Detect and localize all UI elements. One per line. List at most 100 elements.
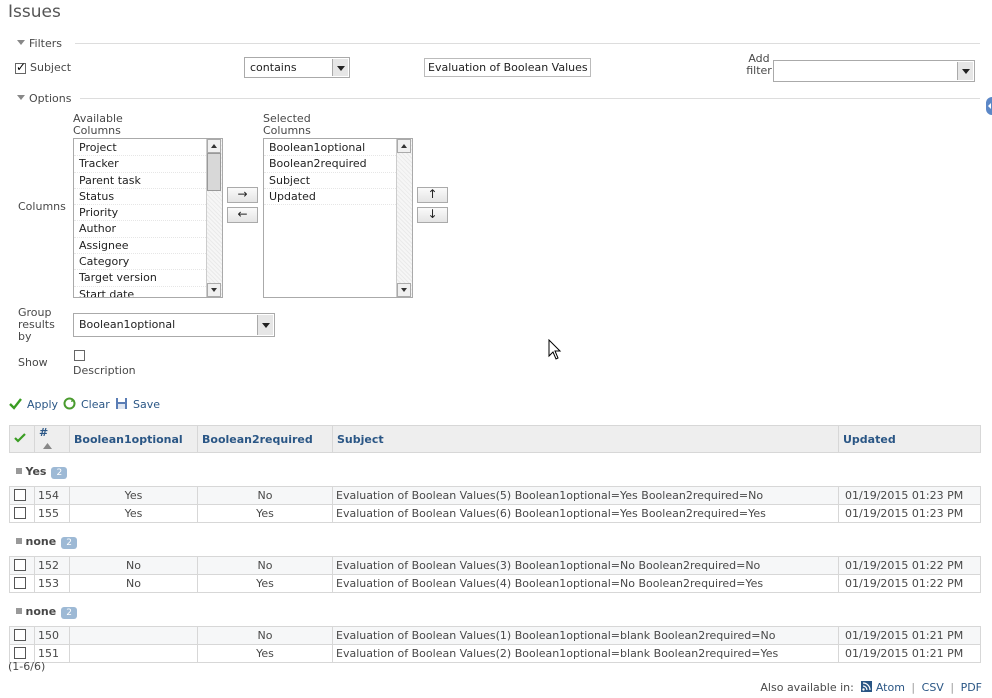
- columns-label: Columns: [18, 200, 66, 213]
- available-columns-list[interactable]: Project Tracker Parent task Status Priority A…: [73, 138, 223, 298]
- subject-cell[interactable]: Evaluation of Boolean Values(3) Boolean1…: [332, 556, 839, 575]
- selected-column-option[interactable]: Updated: [264, 189, 412, 206]
- available-column-option[interactable]: Start date: [74, 287, 222, 297]
- toggle-all-header[interactable]: [9, 425, 35, 453]
- subject-cell[interactable]: Evaluation of Boolean Values(4) Boolean1…: [332, 574, 839, 593]
- pdf-link[interactable]: PDF: [961, 681, 982, 694]
- group-row: Yes 2: [9, 452, 981, 487]
- available-column-option[interactable]: Author: [74, 221, 222, 238]
- issue-id[interactable]: 152: [34, 556, 70, 575]
- scroll-down-icon[interactable]: [397, 283, 411, 297]
- table-row[interactable]: 155 Yes Yes Evaluation of Boolean Values(6)…: [9, 504, 981, 523]
- issue-id[interactable]: 155: [34, 504, 70, 523]
- collapse-group-icon[interactable]: [15, 467, 22, 474]
- row-checkbox-cell[interactable]: [9, 556, 35, 575]
- row-checkbox[interactable]: [14, 506, 26, 519]
- subject-cell[interactable]: Evaluation of Boolean Values(1) Boolean1…: [332, 626, 839, 645]
- chevron-down-icon: [332, 59, 348, 76]
- options-legend[interactable]: Options: [17, 92, 71, 105]
- group-by-select[interactable]: Boolean1optional: [73, 313, 275, 337]
- available-column-option[interactable]: Tracker: [74, 156, 222, 173]
- clear-button[interactable]: Clear: [63, 397, 110, 411]
- feed-icon: [861, 681, 873, 692]
- row-checkbox[interactable]: [14, 646, 26, 659]
- atom-link[interactable]: Atom: [876, 681, 905, 694]
- issue-id[interactable]: 153: [34, 574, 70, 593]
- remove-column-button[interactable]: ←: [227, 207, 258, 223]
- add-filter-select[interactable]: [773, 60, 975, 82]
- row-checkbox-cell[interactable]: [9, 486, 35, 505]
- subject-filter-input[interactable]: Evaluation of Boolean Values: [424, 58, 591, 77]
- boolean2required-cell: No: [197, 556, 333, 575]
- add-column-button[interactable]: →: [227, 187, 258, 203]
- available-column-option[interactable]: Assignee: [74, 238, 222, 255]
- issue-id[interactable]: 154: [34, 486, 70, 505]
- row-checkbox-cell[interactable]: [9, 626, 35, 645]
- subject-cell[interactable]: Evaluation of Boolean Values(6) Boolean1…: [332, 504, 839, 523]
- row-checkbox[interactable]: [14, 558, 26, 571]
- subject-filter-label: Subject: [30, 61, 72, 74]
- selected-columns-label: Selected Columns: [263, 112, 311, 137]
- subject-filter-checkbox[interactable]: [15, 60, 26, 74]
- table-row[interactable]: 150 No Evaluation of Boolean Values(1) Boo…: [9, 626, 981, 645]
- boolean1optional-cell: No: [69, 574, 198, 593]
- subject-column-header[interactable]: Subject: [332, 425, 839, 453]
- collapse-group-icon[interactable]: [15, 607, 22, 614]
- available-column-option[interactable]: Category: [74, 254, 222, 271]
- boolean2required-cell: No: [197, 626, 333, 645]
- issue-id[interactable]: 150: [34, 626, 70, 645]
- save-button[interactable]: Save: [115, 397, 160, 411]
- boolean1optional-cell: No: [69, 556, 198, 575]
- row-checkbox[interactable]: [14, 576, 26, 589]
- selected-column-option[interactable]: Boolean2required: [264, 156, 412, 173]
- apply-button[interactable]: Apply: [9, 397, 58, 411]
- boolean1optional-column-header[interactable]: Boolean1optional: [69, 425, 198, 453]
- operator-select[interactable]: contains: [244, 57, 350, 78]
- table-row[interactable]: 154 Yes No Evaluation of Boolean Values(5) …: [9, 486, 981, 505]
- description-checkbox[interactable]: [74, 350, 85, 361]
- filters-legend[interactable]: Filters: [17, 37, 62, 50]
- boolean2required-column-header[interactable]: Boolean2required: [197, 425, 333, 453]
- group-name: Yes: [25, 464, 47, 478]
- table-row[interactable]: 151 Yes Evaluation of Boolean Values(2) Bo…: [9, 644, 981, 663]
- table-row[interactable]: 153 No Yes Evaluation of Boolean Values(4) …: [9, 574, 981, 593]
- subject-cell[interactable]: Evaluation of Boolean Values(5) Boolean1…: [332, 486, 839, 505]
- available-column-option[interactable]: Priority: [74, 205, 222, 222]
- available-column-option[interactable]: Target version: [74, 270, 222, 287]
- available-column-option[interactable]: Project: [74, 140, 222, 157]
- boolean1optional-cell: Yes: [69, 504, 198, 523]
- available-column-option[interactable]: Status: [74, 189, 222, 206]
- separator: |: [911, 681, 916, 694]
- table-row[interactable]: 152 No No Evaluation of Boolean Values(3) B…: [9, 556, 981, 575]
- updated-cell: 01/19/2015 01:22 PM: [838, 556, 981, 575]
- selected-column-option[interactable]: Boolean1optional: [264, 140, 412, 157]
- row-checkbox-cell[interactable]: [9, 504, 35, 523]
- row-checkbox[interactable]: [14, 628, 26, 641]
- move-up-button[interactable]: ↑: [417, 187, 448, 203]
- scroll-down-icon[interactable]: [207, 283, 221, 297]
- scroll-up-icon[interactable]: [397, 139, 411, 153]
- sort-asc-icon: [43, 443, 52, 449]
- selected-column-option[interactable]: Subject: [264, 173, 412, 189]
- selected-columns-scrollbar[interactable]: [396, 139, 412, 297]
- group-name: none: [25, 604, 57, 618]
- scroll-thumb[interactable]: [207, 153, 221, 191]
- row-checkbox-cell[interactable]: [9, 574, 35, 593]
- chevron-down-icon: [257, 315, 273, 335]
- row-checkbox[interactable]: [14, 488, 26, 501]
- collapse-group-icon[interactable]: [15, 537, 22, 544]
- scroll-up-icon[interactable]: [207, 139, 221, 153]
- updated-column-header[interactable]: Updated: [838, 425, 981, 453]
- available-columns-scrollbar[interactable]: [206, 139, 222, 297]
- subject-cell[interactable]: Evaluation of Boolean Values(2) Boolean1…: [332, 644, 839, 663]
- csv-link[interactable]: CSV: [922, 681, 944, 694]
- move-down-button[interactable]: ↓: [417, 207, 448, 223]
- sidebar-toggle-icon[interactable]: [986, 97, 992, 115]
- id-column-header[interactable]: #: [34, 425, 70, 453]
- collapse-icon: [17, 40, 25, 45]
- selected-columns-list[interactable]: Boolean1optional Boolean2required Subject U…: [263, 138, 413, 298]
- updated-cell: 01/19/2015 01:23 PM: [838, 486, 981, 505]
- separator: |: [950, 681, 955, 694]
- pagination: (1-6/6): [8, 660, 46, 673]
- available-column-option[interactable]: Parent task: [74, 173, 222, 189]
